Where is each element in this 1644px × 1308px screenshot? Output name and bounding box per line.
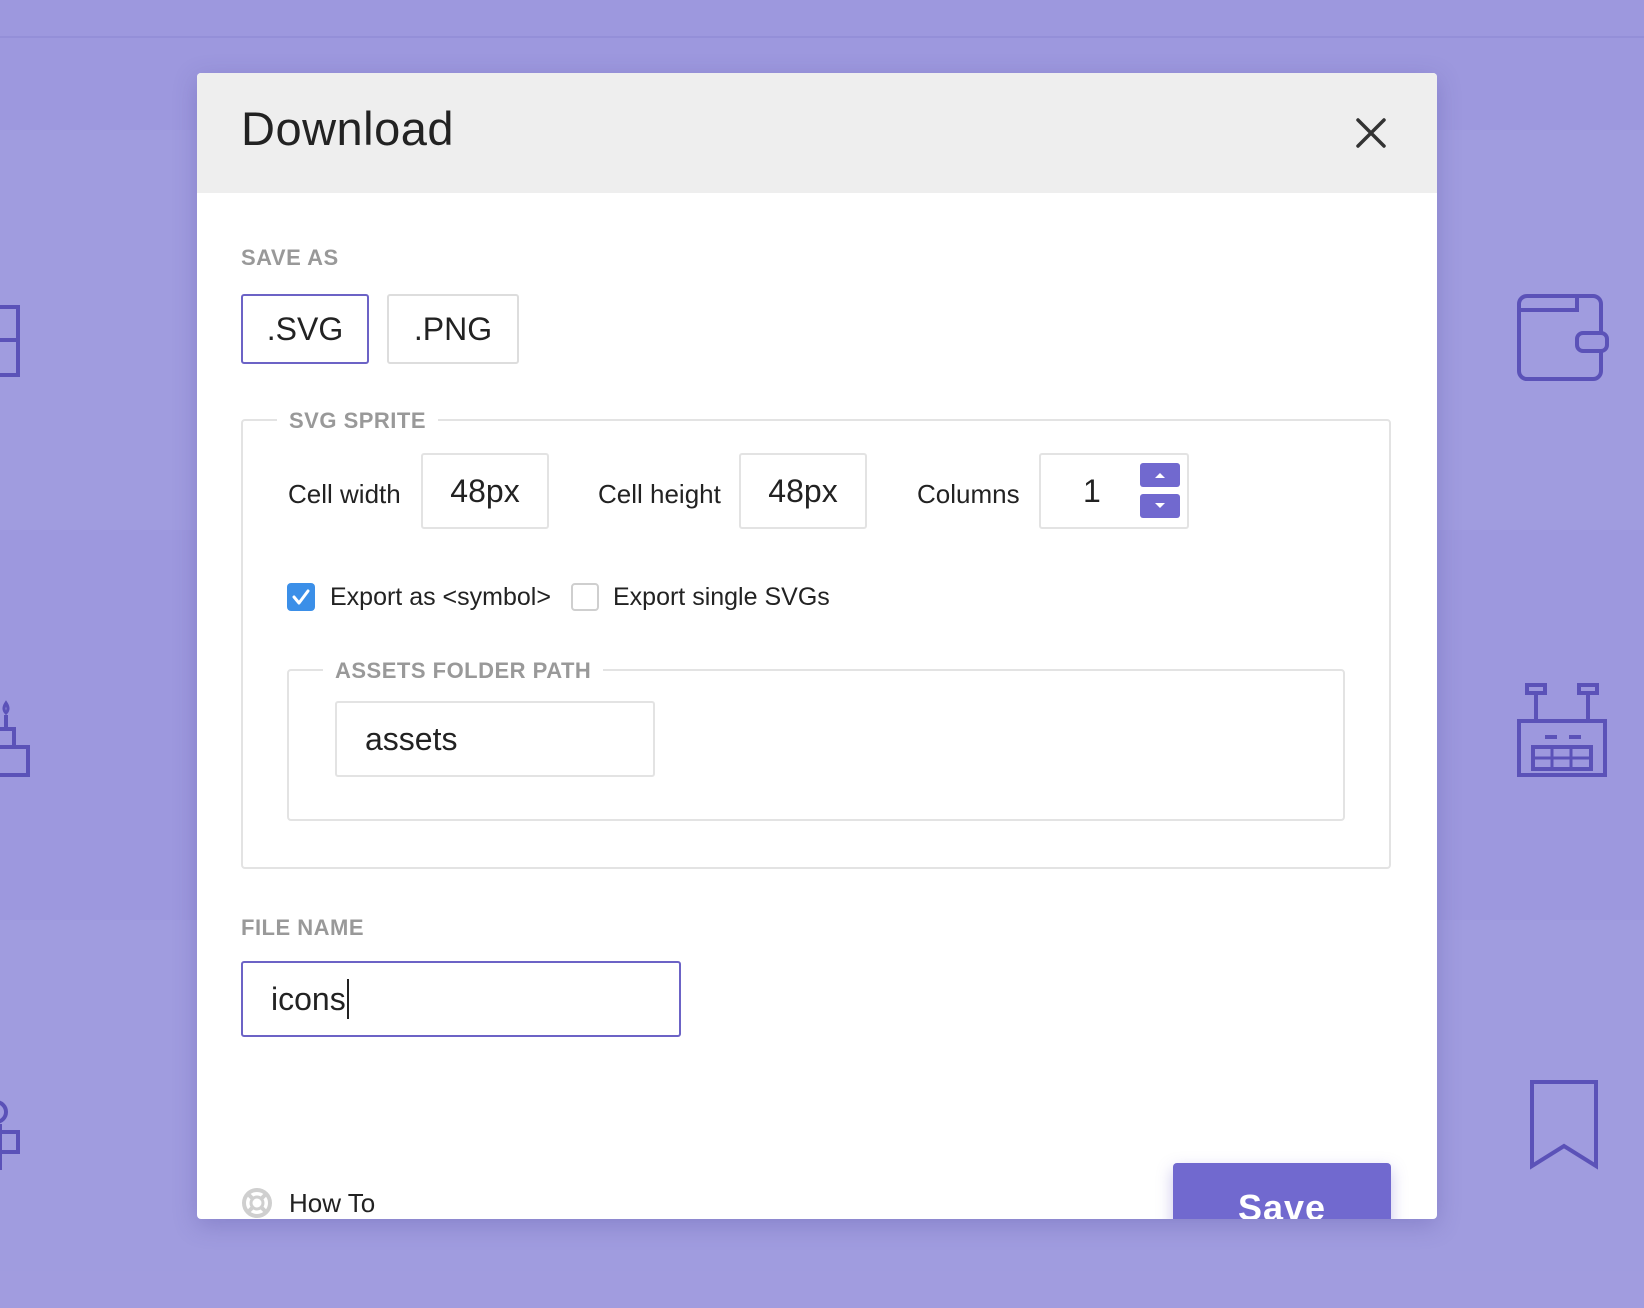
export-symbol-label: Export as <symbol> xyxy=(330,583,551,611)
lifebuoy-icon xyxy=(242,1188,272,1218)
close-icon xyxy=(1356,118,1386,148)
birthday-cake-icon xyxy=(0,695,30,785)
file-name-label: FILE NAME xyxy=(241,915,365,940)
checkmark-icon xyxy=(292,589,310,605)
how-to-link[interactable]: How To xyxy=(241,1187,375,1219)
backdrop-divider xyxy=(0,36,1644,38)
columns-label: Columns xyxy=(917,479,1020,509)
export-symbol-checkbox[interactable] xyxy=(287,583,315,611)
file-name-value: icons xyxy=(271,980,346,1017)
close-button[interactable] xyxy=(1347,109,1395,157)
export-single-checkbox[interactable] xyxy=(571,583,599,611)
caret-down-icon xyxy=(1155,503,1165,508)
caret-up-icon xyxy=(1155,473,1165,478)
format-png-button[interactable]: .PNG xyxy=(387,294,519,364)
wallet-icon xyxy=(1515,288,1610,383)
file-name-input[interactable]: icons xyxy=(241,961,681,1037)
mug-icon xyxy=(0,1090,30,1170)
svg-sprite-legend: SVG SPRITE xyxy=(277,408,439,434)
download-dialog: Download SAVE AS .SVG .PNG SVG SPRITE Ce… xyxy=(197,73,1437,1219)
columns-increment-button[interactable] xyxy=(1140,463,1180,487)
format-svg-button[interactable]: .SVG xyxy=(241,294,369,364)
columns-value: 1 xyxy=(1083,472,1101,509)
cell-height-label: Cell height xyxy=(598,479,721,509)
text-caret xyxy=(346,979,349,1019)
columns-decrement-button[interactable] xyxy=(1140,494,1180,518)
cell-height-input[interactable]: 48px xyxy=(739,453,867,529)
how-to-label: How To xyxy=(289,1187,376,1218)
dialog-title: Download xyxy=(241,102,455,155)
export-single-label: Export single SVGs xyxy=(613,583,830,611)
cash-register-icon xyxy=(1515,683,1610,778)
assets-folder-input[interactable]: assets xyxy=(335,701,655,777)
cell-width-input[interactable]: 48px xyxy=(421,453,549,529)
save-button[interactable]: Save xyxy=(1173,1163,1391,1219)
dialog-header: Download xyxy=(197,73,1437,193)
bookmark-icon xyxy=(1528,1078,1600,1170)
wallet-icon xyxy=(0,285,30,385)
save-as-label: SAVE AS xyxy=(241,245,339,270)
cell-width-label: Cell width xyxy=(288,479,401,509)
assets-folder-legend: ASSETS FOLDER PATH xyxy=(323,658,604,684)
